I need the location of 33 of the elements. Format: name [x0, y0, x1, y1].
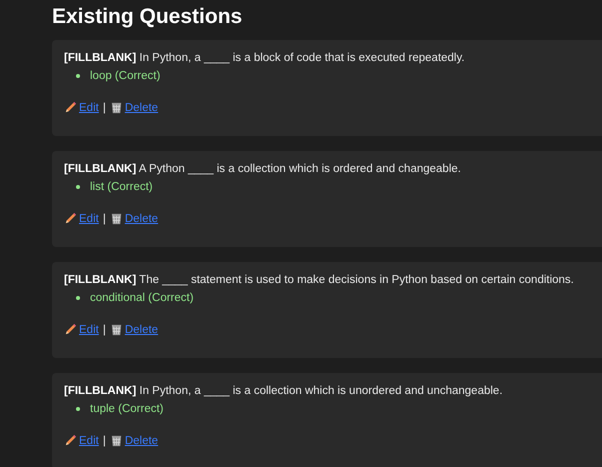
section-heading: Existing Questions [52, 4, 244, 30]
question-text: [FILLBLANK] A Python ____ is a collection which is ordered and changeable. [64, 162, 462, 177]
edit-link[interactable]: Edit [64, 212, 99, 225]
wastebasket-icon [110, 212, 123, 225]
bullet-icon [76, 407, 80, 411]
wastebasket-icon [110, 434, 123, 447]
edit-link[interactable]: Edit [64, 323, 99, 336]
delete-link[interactable]: Delete [110, 212, 158, 225]
pencil-icon [64, 212, 77, 225]
separator-text: | [102, 324, 106, 336]
answer-item: conditional (Correct) [90, 291, 194, 306]
question-text: [FILLBLANK] In Python, a ____ is a collection which is unordered and unchangeable. [64, 384, 504, 399]
answer-item: loop (Correct) [90, 69, 160, 84]
delete-link[interactable]: Delete [110, 101, 158, 114]
bullet-icon [76, 74, 80, 78]
delete-link[interactable]: Delete [110, 434, 158, 447]
bullet-icon [76, 185, 80, 189]
wastebasket-icon [110, 323, 123, 336]
edit-link[interactable]: Edit [64, 101, 99, 114]
question-text: [FILLBLANK] The ____ statement is used to make decisions in Python based on certain conditions. [64, 273, 575, 288]
delete-link[interactable]: Delete [110, 323, 158, 336]
question-text: [FILLBLANK] In Python, a ____ is a block of code that is executed repeatedly. [64, 51, 466, 66]
edit-link[interactable]: Edit [64, 434, 99, 447]
bullet-icon [76, 296, 80, 300]
pencil-icon [64, 434, 77, 447]
separator-text: | [102, 434, 106, 446]
answer-item: tuple (Correct) [90, 402, 164, 417]
separator-text: | [102, 102, 106, 114]
answer-item: list (Correct) [90, 180, 153, 195]
pencil-icon [64, 323, 77, 336]
wastebasket-icon [110, 101, 123, 114]
pencil-icon [64, 101, 77, 114]
separator-text: | [102, 212, 106, 224]
